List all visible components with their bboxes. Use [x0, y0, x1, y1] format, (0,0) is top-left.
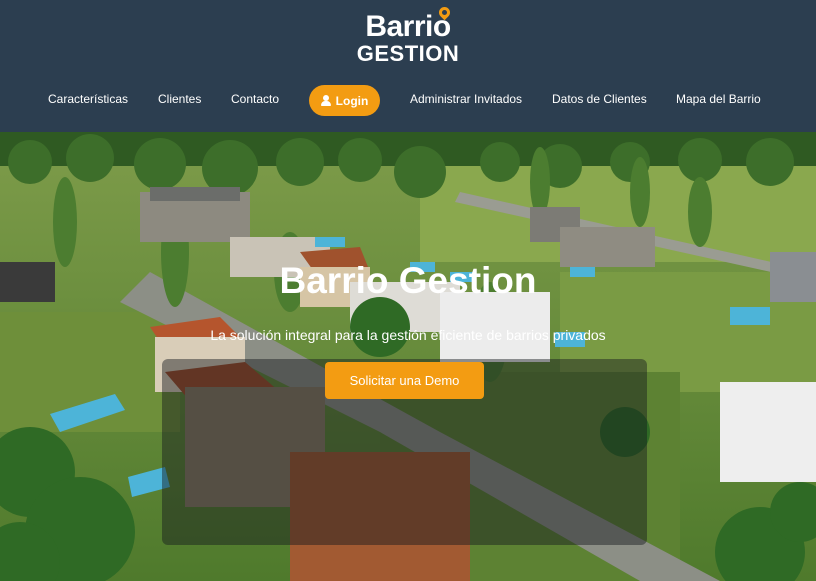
- logo-top-text: Barrio: [365, 10, 451, 43]
- login-button[interactable]: Login: [309, 85, 380, 116]
- nav-contacto[interactable]: Contacto: [231, 92, 279, 106]
- request-demo-button[interactable]: Solicitar una Demo: [325, 362, 484, 399]
- nav-mapa-del-barrio[interactable]: Mapa del Barrio: [676, 92, 761, 106]
- site-header: Barrio GESTION Características Clientes …: [0, 0, 816, 132]
- nav-caracteristicas[interactable]: Características: [48, 92, 128, 106]
- logo-bottom-text: GESTION: [356, 41, 460, 66]
- nav-clientes[interactable]: Clientes: [158, 92, 201, 106]
- hero-section: [0, 132, 816, 581]
- hero-subtitle: La solución integral para la gestión efi…: [210, 327, 606, 343]
- main-nav: Características Clientes Contacto Login …: [0, 83, 816, 117]
- nav-datos-de-clientes[interactable]: Datos de Clientes: [552, 92, 647, 106]
- nav-administrar-invitados[interactable]: Administrar Invitados: [410, 92, 522, 106]
- login-label: Login: [335, 93, 369, 108]
- hero-title: Barrio Gestion: [279, 260, 537, 301]
- site-logo[interactable]: Barrio GESTION: [0, 4, 816, 66]
- user-icon: [320, 95, 331, 106]
